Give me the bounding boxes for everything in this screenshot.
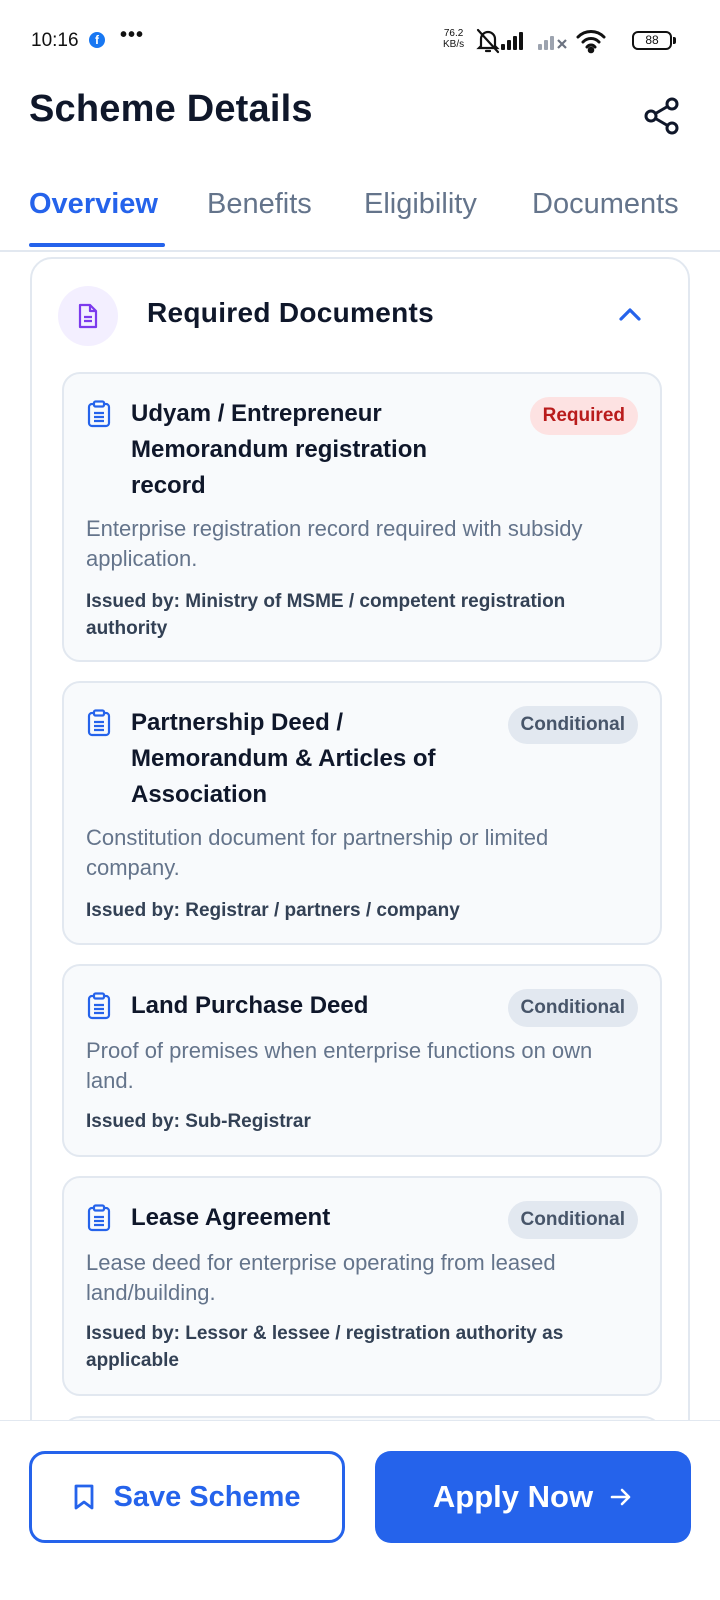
bookmark-icon (75, 1484, 94, 1510)
document-title: Partnership Deed / Memorandum & Articles… (131, 709, 436, 808)
status-badge: Required (529, 397, 638, 435)
document-card[interactable]: Lease Agreement Conditional Lease deed f… (62, 1176, 662, 1396)
tab-benefits[interactable]: Benefits (207, 188, 312, 221)
clipboard-icon (87, 400, 111, 428)
tab-documents[interactable]: Documents (532, 188, 679, 221)
wifi-icon (576, 30, 606, 54)
document-description: Enterprise registration record required … (86, 516, 583, 571)
section-icon-badge (58, 286, 118, 346)
document-title: Udyam / Entrepreneur Memorandum registra… (131, 400, 428, 499)
tab-overview[interactable]: Overview (29, 188, 158, 221)
status-time: 10:16 (31, 30, 79, 51)
document-description: Lease deed for enterprise operating from… (86, 1250, 556, 1305)
document-icon (78, 303, 98, 329)
tab-eligibility[interactable]: Eligibility (364, 188, 477, 221)
mute-bell-icon (476, 28, 500, 54)
apply-now-button[interactable]: Apply Now (375, 1451, 691, 1543)
facebook-icon: f (89, 32, 105, 48)
section-header[interactable]: Required Documents (32, 259, 688, 369)
document-card[interactable]: Partnership Deed / Memorandum & Articles… (62, 681, 662, 945)
document-title: Land Purchase Deed (131, 992, 369, 1019)
network-speed: 76.2 KB/s (443, 28, 464, 50)
document-title: Lease Agreement (131, 1204, 331, 1231)
network-speed-value: 76.2 (443, 28, 464, 39)
active-tab-indicator (29, 243, 165, 247)
share-icon (644, 97, 679, 135)
document-description: Proof of premises when enterprise functi… (86, 1038, 593, 1093)
section-title: Required Documents (147, 297, 434, 328)
battery-icon: 88 (632, 31, 676, 50)
arrow-right-icon (610, 1488, 631, 1506)
document-issuer: Issued by: Sub-Registrar (86, 1111, 311, 1132)
signal-icon (501, 32, 523, 50)
apply-now-label: Apply Now (432, 1479, 594, 1514)
document-card[interactable]: Land Purchase Deed Conditional Proof of … (62, 964, 662, 1157)
bottom-action-bar: Save Scheme Apply Now (0, 1420, 720, 1600)
more-notifications-icon: ••• (120, 24, 145, 46)
status-badge: Conditional (507, 989, 638, 1027)
document-issuer: Issued by: Ministry of MSME / competent … (86, 591, 566, 639)
document-issuer: Issued by: Registrar / partners / compan… (86, 900, 460, 921)
clipboard-icon (87, 992, 111, 1020)
chevron-up-icon[interactable] (614, 299, 646, 331)
clipboard-icon (87, 1204, 111, 1232)
document-issuer: Issued by: Lessor & lessee / registratio… (86, 1323, 564, 1371)
share-button[interactable] (638, 92, 686, 140)
signal-no-service-icon (538, 36, 567, 50)
clipboard-icon (87, 709, 111, 737)
save-scheme-label: Save Scheme (113, 1480, 301, 1513)
status-icons (476, 26, 626, 61)
document-card[interactable]: Udyam / Entrepreneur Memorandum registra… (62, 372, 662, 662)
page-title: Scheme Details (29, 88, 313, 130)
status-bar: 10:16 f ••• 76.2 KB/s 88 (0, 0, 720, 84)
tab-bar: Overview Benefits Eligibility Documents (0, 180, 720, 252)
save-scheme-button[interactable]: Save Scheme (29, 1451, 345, 1543)
required-documents-section: Required Documents Udyam / Entrepreneur … (30, 257, 690, 1476)
status-badge: Conditional (507, 706, 638, 744)
document-description: Constitution document for partnership or… (86, 825, 549, 880)
network-speed-unit: KB/s (443, 39, 465, 50)
status-badge: Conditional (507, 1201, 638, 1239)
